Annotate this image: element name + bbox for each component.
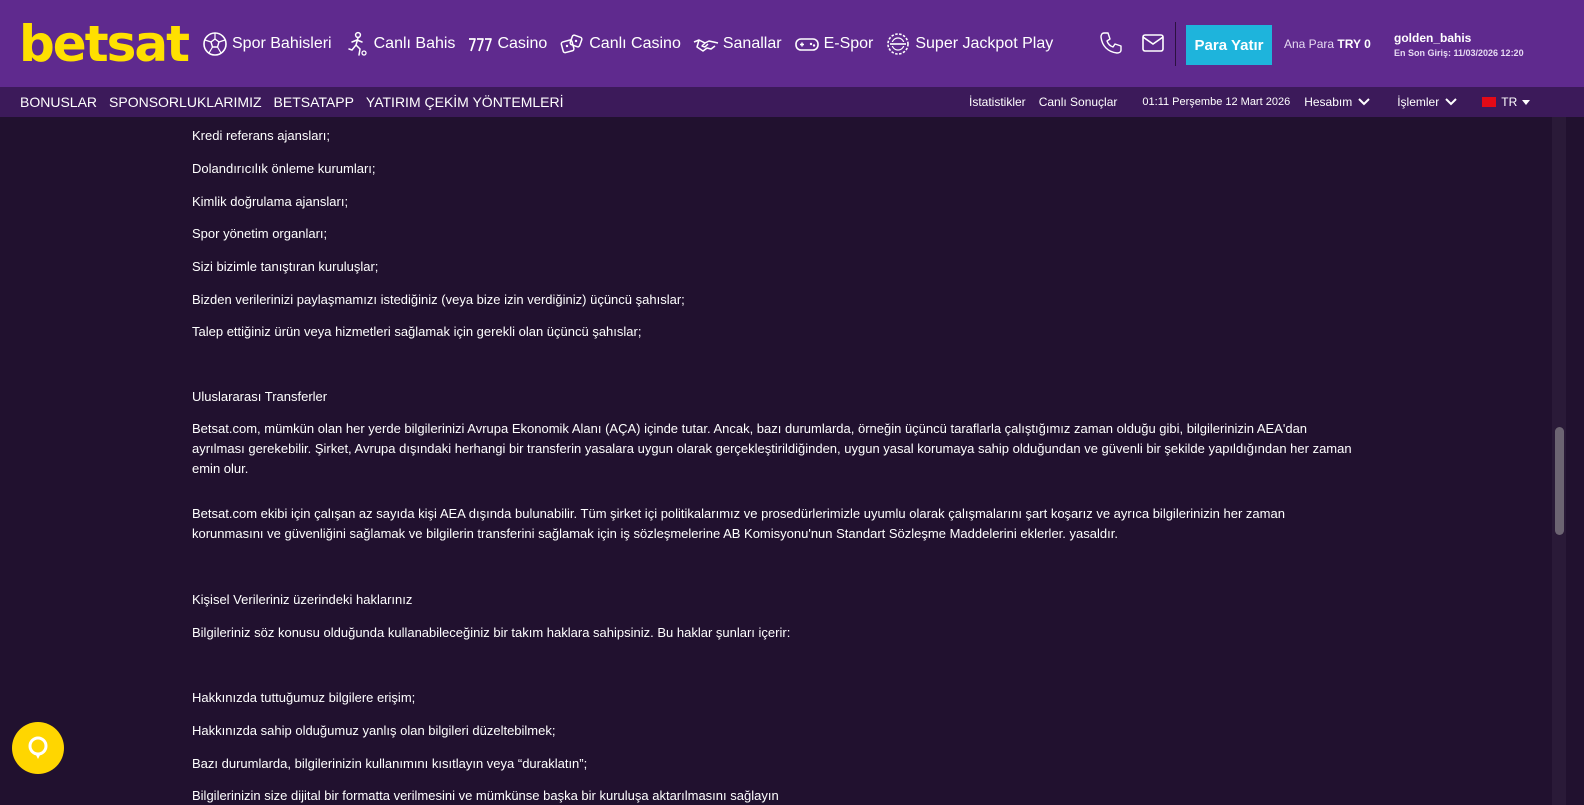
phone-icon[interactable]	[1098, 30, 1124, 56]
sub-nav-links: BONUSLAR SPONSORLUKLARIMIZ BETSATAPP YAT…	[20, 87, 576, 117]
nav-super-jackpot[interactable]: Super Jackpot Play	[885, 31, 1053, 57]
list-item: Kredi referans ajansları;	[192, 128, 331, 143]
datetime: 01:11 Perşembe 12 Mart 2026	[1142, 96, 1291, 108]
soccer-ball-icon	[203, 32, 227, 56]
main-nav: Spor Bahisleri Canlı Bahis Casino Canlı …	[202, 28, 1065, 60]
list-item: Sizi bizimle tanıştıran kuruluşlar;	[192, 259, 379, 274]
paragraph: Betsat.com, mümkün olan her yerde bilgil…	[192, 421, 1352, 476]
subnav-bonuses[interactable]: BONUSLAR	[20, 94, 97, 110]
balance-value: TRY 0	[1337, 37, 1371, 51]
statistics-link[interactable]: İstatistikler	[969, 95, 1026, 109]
nav-label: Super Jackpot Play	[915, 35, 1054, 52]
top-header: betsat Spor Bahisleri Canlı Bahis Casino…	[0, 0, 1584, 87]
live-chat-button[interactable]	[12, 722, 64, 774]
live-results-link[interactable]: Canlı Sonuçlar	[1039, 95, 1118, 109]
language-label: TR	[1501, 95, 1518, 109]
subnav-sponsorships[interactable]: SPONSORLUKLARIMIZ	[109, 94, 261, 110]
turkey-flag-icon	[1482, 97, 1497, 107]
chat-bubble-icon	[28, 736, 48, 759]
nav-sports-betting[interactable]: Spor Bahisleri	[202, 31, 332, 57]
nav-live-betting[interactable]: Canlı Bahis	[344, 31, 456, 57]
nav-virtuals[interactable]: Sanallar	[693, 31, 782, 57]
sub-nav: BONUSLAR SPONSORLUKLARIMIZ BETSATAPP YAT…	[0, 87, 1584, 117]
list-item: Spor yönetim organları;	[192, 226, 328, 241]
scrollbar-thumb[interactable]	[1555, 427, 1564, 535]
nav-label: Casino	[497, 35, 548, 52]
betsat-logo[interactable]: betsat	[19, 14, 190, 74]
section-heading: Uluslararası Transferler	[192, 389, 328, 404]
caret-down-icon	[1522, 99, 1531, 105]
jackpot-icon	[887, 33, 910, 55]
list-item: Bazı durumlarda, bilgilerinizin kullanım…	[192, 756, 588, 771]
dice-icon	[560, 34, 583, 54]
mail-icon[interactable]	[1141, 32, 1165, 54]
transactions-menu[interactable]: İşlemler	[1397, 95, 1457, 109]
main-balance[interactable]: Ana Para TRY 0	[1284, 37, 1371, 51]
list-item: Hakkınızda sahip olduğumuz yanlış olan b…	[192, 723, 556, 738]
list-item: Bizden verilerinizi paylaşmamızı istediğ…	[192, 292, 685, 307]
deposit-button[interactable]: Para Yatır	[1186, 25, 1272, 65]
nav-label: Canlı Bahis	[373, 35, 456, 52]
account-menu[interactable]: Hesabım	[1304, 95, 1370, 109]
nav-label: Canlı Casino	[589, 35, 681, 52]
subnav-payment-methods[interactable]: YATIRIM ÇEKİM YÖNTEMLERİ	[366, 94, 564, 110]
username: golden_bahis	[1394, 31, 1472, 45]
paragraph: Bilgileriniz söz konusu olduğunda kullan…	[192, 625, 791, 640]
section-heading: Kişisel Verileriniz üzerindeki haklarını…	[192, 592, 413, 607]
list-item: Bilgilerinizin size dijital bir formatta…	[192, 788, 779, 803]
header-divider	[1175, 22, 1176, 66]
account-label: Hesabım	[1304, 95, 1353, 109]
slot-777-icon	[469, 38, 493, 52]
player-kick-icon	[347, 31, 367, 56]
sub-nav-right: İstatistikler Canlı Sonuçlar 01:11 Perşe…	[969, 87, 1543, 117]
paragraph: Betsat.com ekibi için çalışan az sayıda …	[192, 506, 1285, 541]
language-selector[interactable]: TR	[1482, 95, 1531, 109]
nav-label: Sanallar	[722, 35, 782, 52]
chevron-down-icon	[1358, 98, 1370, 106]
nav-casino[interactable]: Casino	[467, 31, 547, 57]
list-item: Dolandırıcılık önleme kurumları;	[192, 161, 376, 176]
transactions-label: İşlemler	[1397, 95, 1440, 109]
list-item: Talep ettiğiniz ürün veya hizmetleri sağ…	[192, 324, 642, 339]
handshake-icon	[693, 39, 719, 52]
chevron-down-icon	[1445, 98, 1457, 106]
nav-live-casino[interactable]: Canlı Casino	[559, 31, 681, 57]
nav-esports[interactable]: E-Spor	[794, 31, 874, 57]
nav-label: Spor Bahisleri	[232, 35, 332, 52]
gamepad-icon	[794, 38, 819, 51]
last-login: En Son Giriş: 11/03/2026 12:20	[1394, 48, 1524, 58]
list-item: Kimlik doğrulama ajansları;	[192, 194, 349, 209]
subnav-betsatapp[interactable]: BETSATAPP	[274, 94, 354, 110]
user-info[interactable]: golden_bahis En Son Giriş: 11/03/2026 12…	[1394, 31, 1524, 58]
list-item: Hakkınızda tuttuğumuz bilgilere erişim;	[192, 690, 416, 705]
balance-label: Ana Para	[1284, 37, 1335, 51]
nav-label: E-Spor	[823, 35, 874, 52]
